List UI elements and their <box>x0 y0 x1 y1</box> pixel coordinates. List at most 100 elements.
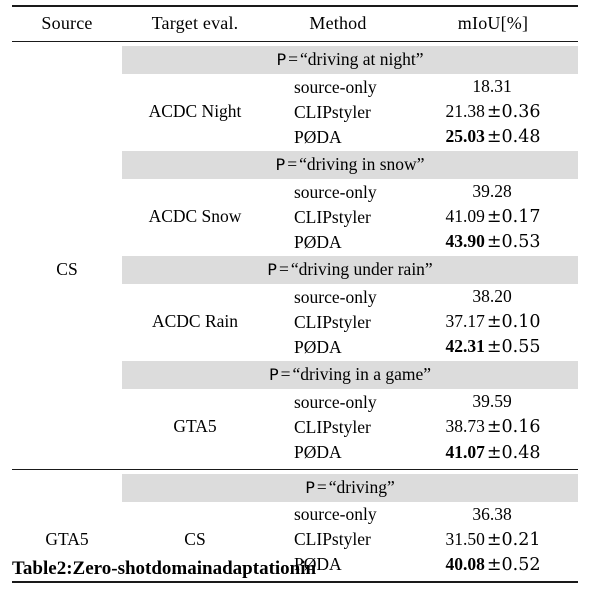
prompt-banner: P = “driving” <box>122 473 578 502</box>
miou-main: 36.38 <box>472 503 512 524</box>
table-figure: Source Target eval. Method mIoU[%] P = “dr… <box>0 0 598 596</box>
prompt-text: “driving at night” <box>300 49 424 69</box>
source-label-cs: CS <box>56 258 78 279</box>
caption-number: 2: <box>56 558 73 579</box>
results-table: Source Target eval. Method mIoU[%] P = “dr… <box>12 5 578 584</box>
table-row: GTA5 CS source-only 36.38 <box>12 502 578 549</box>
method-label: CLIPstyler <box>294 101 371 122</box>
prompt-banner: P = “driving under rain” <box>122 256 578 285</box>
method-label: source-only <box>294 286 377 307</box>
miou-main: 42.31 <box>445 336 485 357</box>
miou-main: 37.17 <box>445 311 485 332</box>
target-label: ACDC Night <box>148 101 242 122</box>
method-label: source-only <box>294 181 377 202</box>
prompt-symbol: P <box>276 50 287 69</box>
prompt-equals: = <box>316 476 327 497</box>
prompt-text: “driving” <box>328 476 395 497</box>
column-header-method: Method <box>309 13 367 33</box>
miou-main: 18.31 <box>472 76 512 96</box>
table-caption: Table2:Zero-shotdomainadaptationin <box>12 556 578 592</box>
miou-std <box>512 182 514 202</box>
miou-std: ±0.48 <box>486 442 541 463</box>
miou-main: 25.03 <box>445 126 485 147</box>
prompt-equals: = <box>287 154 298 175</box>
miou-std: ±0.36 <box>486 102 541 123</box>
caption-word-2: domain <box>151 558 213 579</box>
miou-main: 38.20 <box>472 286 512 307</box>
miou-value: 37.17 ±0.10 <box>408 309 578 334</box>
method-label: CLIPstyler <box>294 416 371 437</box>
target-label: ACDC Snow <box>148 206 242 227</box>
miou-value: 21.38 ±0.36 <box>408 99 578 124</box>
prompt-banner: P = “driving in a game” <box>122 361 578 390</box>
method-label: PØDA <box>294 442 342 463</box>
miou-main: 21.38 <box>445 101 485 122</box>
method-label: source-only <box>294 504 377 525</box>
prompt-text: “driving in a game” <box>292 364 432 385</box>
miou-value: 43.90 ±0.53 <box>408 229 578 254</box>
prompt-text: “driving in snow” <box>299 154 425 175</box>
prompt-symbol: P <box>267 260 277 280</box>
prompt-symbol: P <box>268 365 279 385</box>
method-label: PØDA <box>294 336 342 357</box>
column-header-miou: mIoU[%] <box>457 13 529 33</box>
method-label: source-only <box>294 391 377 412</box>
prompt-banner-row: P = “driving at night” <box>12 46 578 74</box>
prompt-banner: P = “driving in snow” <box>122 151 578 180</box>
caption-label: Table <box>12 558 57 579</box>
miou-std: ±0.10 <box>486 312 541 333</box>
prompt-symbol: P <box>275 155 286 175</box>
miou-std: ±0.55 <box>486 337 541 358</box>
prompt-equals: = <box>278 259 289 280</box>
caption-line-2-clipped <box>12 584 578 592</box>
method-label: CLIPstyler <box>294 206 371 227</box>
miou-std: ±0.16 <box>486 417 541 438</box>
miou-value: 36.38 <box>408 502 578 527</box>
prompt-equals: = <box>288 49 299 69</box>
column-header-target-eval: Target eval. <box>151 13 239 33</box>
table-row: CS ACDC Night source-only 18.31 <box>12 74 578 279</box>
miou-main: 31.50 <box>445 528 485 549</box>
method-label: CLIPstyler <box>294 311 371 332</box>
miou-main: 41.07 <box>445 441 485 462</box>
miou-value: 18.31 <box>408 74 578 99</box>
miou-std: ±0.53 <box>486 232 541 253</box>
miou-std: ±0.21 <box>486 529 541 550</box>
miou-value: 38.20 <box>408 284 578 309</box>
prompt-symbol: P <box>305 477 315 497</box>
miou-std <box>512 287 514 307</box>
miou-std <box>512 392 514 412</box>
miou-value: 38.73 ±0.16 <box>408 414 578 439</box>
miou-value: 41.07 ±0.48 <box>408 440 578 465</box>
miou-value: 25.03 ±0.48 <box>408 124 578 149</box>
miou-value: 42.31 ±0.55 <box>408 334 578 359</box>
table-header-row: Source Target eval. Method mIoU[%] <box>12 7 578 42</box>
miou-main: 41.09 <box>445 206 485 227</box>
miou-main: 43.90 <box>445 231 485 252</box>
target-label: ACDC Rain <box>151 311 239 332</box>
miou-value: 39.59 <box>408 389 578 414</box>
caption-word-3: adaptation <box>212 558 301 579</box>
miou-main: 38.73 <box>445 416 485 437</box>
caption-word-1: Zero-shot <box>72 558 152 579</box>
miou-value: 31.50 ±0.21 <box>408 527 578 552</box>
method-label: CLIPstyler <box>294 529 371 550</box>
miou-std: ±0.48 <box>486 127 541 148</box>
caption-word-4: in <box>300 558 317 579</box>
miou-std: ±0.17 <box>486 207 541 228</box>
column-header-source: Source <box>41 13 93 33</box>
miou-main: 39.28 <box>472 181 512 202</box>
miou-main: 39.59 <box>472 391 512 412</box>
method-label: PØDA <box>294 126 342 147</box>
prompt-banner: P = “driving at night” <box>122 46 578 74</box>
prompt-text: “driving under rain” <box>290 259 433 280</box>
target-label: GTA5 <box>173 416 217 437</box>
miou-value: 41.09 ±0.17 <box>408 204 578 229</box>
miou-value: 39.28 <box>408 179 578 204</box>
miou-std <box>512 505 514 525</box>
prompt-equals: = <box>280 364 291 385</box>
prompt-banner-row: P = “driving” <box>12 473 578 502</box>
method-label: source-only <box>294 76 377 97</box>
caption-line-1: Table2:Zero-shotdomainadaptationin <box>12 556 578 583</box>
method-label: PØDA <box>294 231 342 252</box>
